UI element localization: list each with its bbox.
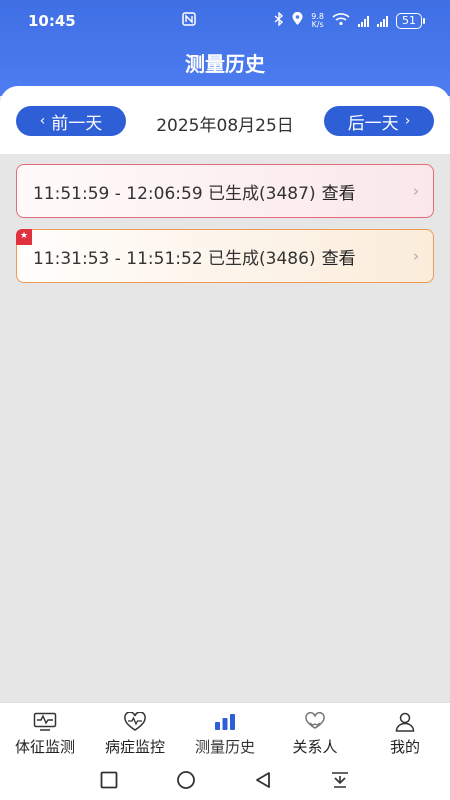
view-link[interactable]: 查看 [322,244,356,269]
record-item[interactable]: ★ 11:31:53 - 11:51:52 已生成(3486) 查看 › [16,229,434,283]
signal-icon-1 [358,15,369,27]
heart-pulse-icon [123,711,147,733]
tab-vital-signs[interactable]: 体征监测 [0,703,90,760]
user-icon [394,711,416,733]
home-icon[interactable] [176,771,196,793]
nfc-icon [182,12,197,30]
tab-disease-monitor[interactable]: 病症监控 [90,703,180,760]
record-time-range: 11:31:53 - 11:51:52 已生成(3486) [33,248,316,269]
battery-indicator: 51 [396,13,425,29]
tab-label: 病症监控 [104,738,165,756]
recent-apps-icon[interactable] [100,771,118,793]
next-day-button[interactable]: 后一天 › [324,106,434,136]
star-bookmark-icon: ★ [16,229,32,245]
next-day-label: 后一天 [347,113,399,134]
bluetooth-icon [274,11,284,30]
location-icon [292,11,303,30]
bar-chart-icon [213,711,237,733]
tab-profile[interactable]: 我的 [360,703,450,760]
back-icon[interactable] [254,771,272,793]
view-link[interactable]: 查看 [322,179,356,204]
page-title: 测量历史 [185,52,265,76]
system-navigation-bar [0,760,450,800]
tab-contacts[interactable]: 关系人 [270,703,360,760]
monitor-pulse-icon [33,711,57,733]
prev-day-button[interactable]: ‹ 前一天 [16,106,126,136]
tab-label: 我的 [389,738,420,756]
tab-label: 体征监测 [14,738,75,756]
chevron-right-icon: › [413,247,419,265]
network-speed: 9.8 K/s [311,13,324,29]
net-speed-unit: K/s [311,20,324,29]
wifi-icon [332,12,350,30]
tab-label: 测量历史 [194,738,255,756]
heart-hands-icon [303,711,327,733]
tab-measurement-history[interactable]: 测量历史 [180,703,270,760]
chevron-left-icon: ‹ [39,113,46,129]
bottom-tab-bar: 体征监测 病症监控 测量历史 关系人 我的 [0,702,450,760]
record-item[interactable]: 11:51:59 - 12:06:59 已生成(3487) 查看 › [16,164,434,218]
tab-label: 关系人 [292,738,338,756]
prev-day-label: 前一天 [51,113,103,134]
status-icons: 9.8 K/s 51 [182,11,425,30]
record-time-range: 11:51:59 - 12:06:59 已生成(3487) [33,183,316,204]
current-date: 2025年08月25日 [156,116,294,136]
chevron-right-icon: › [404,113,411,129]
status-bar: 10:45 9.8 K/s 51 [0,0,450,44]
date-navigation: ‹ 前一天 2025年08月25日 后一天 › [0,86,450,154]
status-time: 10:45 [28,12,76,30]
signal-icon-2 [377,15,388,27]
hide-keyboard-icon[interactable] [330,771,350,793]
chevron-right-icon: › [413,182,419,200]
